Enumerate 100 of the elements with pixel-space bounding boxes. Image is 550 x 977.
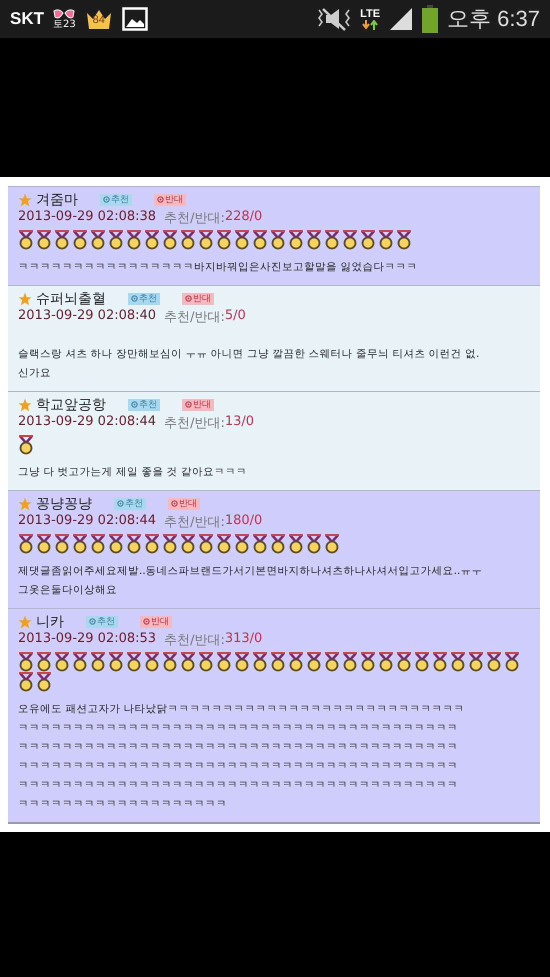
medal-icon [450, 652, 466, 672]
medal-icon [126, 534, 142, 554]
medal-icon [54, 534, 70, 554]
medal-icon [180, 652, 196, 672]
medal-icon [54, 652, 70, 672]
comment-text: 그냥 다 벗고가는게 제일 좋을 것 같아요ㅋㅋㅋ [18, 465, 248, 480]
carrier-name: SKT [10, 9, 44, 29]
votes-label: 추천/반대: [164, 632, 225, 649]
medal-icon [90, 534, 106, 554]
medal-icon [54, 230, 70, 250]
comment-text: 오유에도 패션고자가 나타났닭ㅋㅋㅋㅋㅋㅋㅋㅋㅋㅋㅋㅋㅋㅋㅋㅋㅋㅋㅋㅋㅋㅋㅋㅋㅋㅋㅋ ㅋㅋㅋㅋㅋㅋㅋㅋㅋㅋㅋㅋㅋㅋㅋㅋㅋㅋㅋㅋㅋㅋㅋㅋㅋㅋㅋㅋㅋㅋㅋㅋㅋㅋㅋㅋㅋㅋㅋㅋ ㅋㅋㅋㅋㅋㅋㅋㅋㅋㅋㅋㅋㅋㅋㅋㅋㅋㅋㅋㅋㅋㅋㅋㅋㅋㅋㅋㅋㅋㅋㅋㅋㅋㅋㅋㅋㅋㅋㅋㅋ ㅋㅋㅋㅋㅋㅋㅋㅋㅋㅋㅋㅋㅋㅋㅋㅋㅋㅋㅋㅋㅋㅋㅋㅋㅋㅋㅋㅋㅋㅋㅋㅋㅋㅋㅋㅋㅋㅋㅋㅋ ㅋㅋㅋㅋㅋㅋㅋㅋㅋㅋㅋㅋㅋㅋㅋㅋㅋㅋㅋㅋㅋㅋㅋㅋㅋㅋㅋㅋㅋㅋㅋㅋㅋㅋㅋㅋㅋㅋㅋㅋ ㅋㅋㅋㅋㅋㅋㅋㅋㅋㅋㅋㅋㅋㅋㅋㅋㅋㅋㅋ [18, 702, 466, 812]
medal-icon [18, 435, 34, 455]
comment-date: 2013-09-29 02:08:40 [18, 308, 156, 325]
comment-text: ㅋㅋㅋㅋㅋㅋㅋㅋㅋㅋㅋㅋㅋㅋㅋㅋ바지바꿔입은사진보고할말을 잃었습다ㅋㅋㅋ [18, 260, 418, 275]
network-type: LTE [360, 8, 380, 20]
medal-icon [234, 652, 250, 672]
star-icon [18, 615, 32, 629]
user-name[interactable]: 겨줌마 [36, 191, 78, 209]
user-name[interactable]: 꽁냥꽁냥 [36, 495, 92, 513]
medal-icon [36, 652, 52, 672]
vote-count: 13/0 [224, 414, 254, 431]
oppose-button[interactable]: 반대 [168, 498, 200, 510]
star-icon [18, 292, 32, 306]
medal-icon [90, 652, 106, 672]
comment-date: 2013-09-29 02:08:44 [18, 513, 156, 530]
oppose-button[interactable]: 반대 [154, 194, 186, 206]
target-icon [117, 500, 124, 506]
target-icon [143, 618, 150, 624]
user-name[interactable]: 학교앞공항 [36, 396, 106, 414]
medal-icon [72, 230, 88, 250]
medal-icon [198, 534, 214, 554]
medal-icon [288, 652, 304, 672]
votes-label: 추천/반대: [164, 309, 225, 326]
medal-icon [36, 230, 52, 250]
oppose-button[interactable]: 반대 [182, 293, 214, 305]
vote-count: 180/0 [224, 513, 262, 530]
comment-text: 제댓글좀읽어주세요제발..동네스파브랜드가서기본면바지하나셔츠하나사셔서입고가세요..ㅠㅜ 그옷은둘다이상해요 [18, 564, 484, 598]
comment-text: 슬랙스랑 셔츠 하나 장만해보심이 ㅜㅠ 아니면 그냥 깔끔한 스웨터나 줄무늬 티셔츠 이런건 없. 신가요 [18, 347, 480, 381]
recommend-button[interactable]: 추천 [114, 498, 146, 510]
comment-date: 2013-09-29 02:08:44 [18, 414, 156, 431]
medal-icon [252, 652, 268, 672]
medal-icon [18, 672, 34, 692]
medal-icon [126, 230, 142, 250]
crown-badge: 84 [84, 8, 113, 30]
medal-icon [180, 534, 196, 554]
date-badge-text: 토23 [53, 20, 76, 30]
medal-icon [72, 652, 88, 672]
user-name[interactable]: 슈퍼뇌출혈 [36, 290, 106, 308]
medal-icon [342, 652, 358, 672]
medal-icon [144, 652, 160, 672]
target-icon [185, 400, 192, 408]
medal-icon [162, 534, 178, 554]
picture-icon [122, 7, 148, 31]
medal-icon [162, 230, 178, 250]
medal-icon [504, 652, 520, 672]
medal-icon [468, 652, 484, 672]
mute-icon [317, 6, 352, 32]
wings-icon [53, 8, 76, 20]
medal-icon [162, 652, 178, 672]
recommend-button[interactable]: 추천 [128, 399, 160, 411]
votes-label: 추천/반대: [164, 514, 225, 531]
medal-icon [306, 534, 322, 554]
comment-date: 2013-09-29 02:08:38 [18, 209, 156, 226]
medal-icon [198, 652, 214, 672]
star-icon [18, 193, 32, 207]
medal-icon [270, 534, 286, 554]
medal-icon [378, 230, 394, 250]
medal-icon [36, 534, 52, 554]
recommend-button[interactable]: 추천 [100, 194, 132, 206]
medal-icon [216, 652, 232, 672]
votes-label: 추천/반대: [164, 210, 225, 227]
medal-icon [234, 534, 250, 554]
user-name[interactable]: 니카 [36, 613, 64, 631]
medal-icon [126, 652, 142, 672]
recommend-button[interactable]: 추천 [128, 293, 160, 305]
oppose-button[interactable]: 반대 [140, 616, 172, 628]
signal-icon [389, 8, 414, 30]
medal-icon [90, 230, 106, 250]
target-icon [131, 400, 138, 408]
medal-icon [486, 652, 502, 672]
medal-icon [324, 230, 340, 250]
medal-icon [216, 534, 232, 554]
medal-icon [396, 230, 412, 250]
vote-count: 228/0 [224, 209, 262, 226]
medal-icon [234, 230, 250, 250]
medal-icon [216, 230, 232, 250]
medal-icon [36, 672, 52, 692]
target-icon [157, 196, 164, 202]
medal-icon [324, 534, 340, 554]
medal-icon [342, 230, 358, 250]
medal-icon [324, 652, 340, 672]
target-icon [171, 500, 178, 506]
oppose-button[interactable]: 반대 [182, 399, 214, 411]
medal-icon [18, 652, 34, 672]
vote-count: 5/0 [224, 308, 246, 325]
medal-icon [378, 652, 394, 672]
medal-icon [180, 230, 196, 250]
vote-count: 313/0 [224, 631, 262, 648]
recommend-button[interactable]: 추천 [86, 616, 118, 628]
medal-icon [252, 230, 268, 250]
